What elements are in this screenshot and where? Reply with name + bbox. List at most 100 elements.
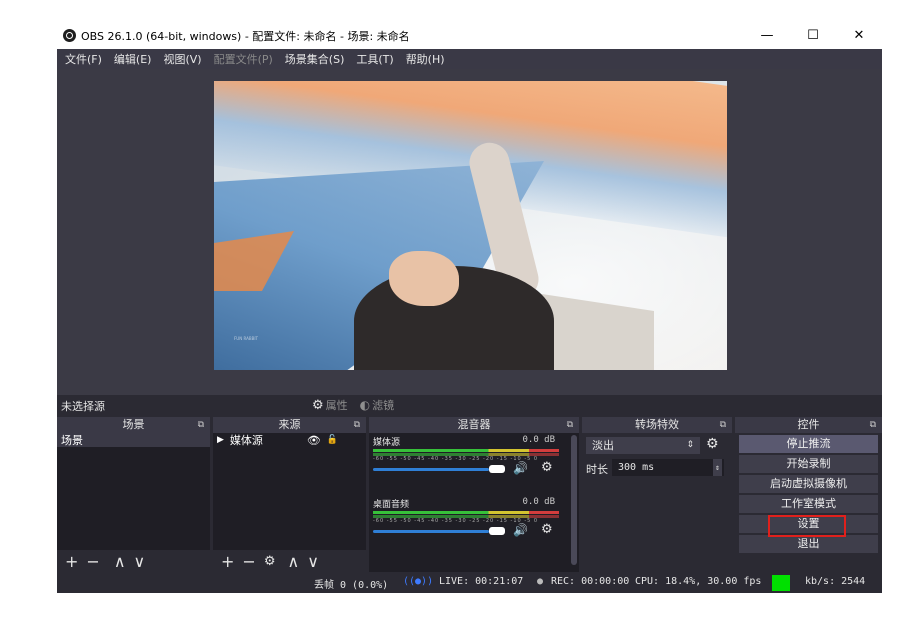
preview-area[interactable]: FUN RABBIT (57, 69, 882, 395)
menu-tools[interactable]: 工具(T) (356, 51, 393, 67)
dropped-frames: 丢帧 0 (0.0%) (314, 580, 389, 591)
preview-image[interactable]: FUN RABBIT (214, 81, 727, 370)
move-down-icon[interactable]: ∨ (307, 552, 319, 571)
filters-button[interactable]: 滤镜 (372, 397, 394, 413)
scenes-header: 场景 ⧉ (57, 417, 210, 433)
obs-logo-icon (63, 29, 76, 42)
level-meter (373, 453, 559, 456)
mixer-channel: 媒体源 0.0 dB -60 -55 -50 -45 -40 -35 -30 -… (373, 435, 559, 475)
duration-label: 时长 (586, 463, 608, 476)
channel-db: 0.0 dB (522, 435, 555, 445)
move-down-icon[interactable]: ∨ (134, 552, 146, 571)
stream-health-indicator (772, 575, 790, 591)
filter-icon: ◐ (359, 398, 371, 412)
gear-icon: ⚙ (312, 397, 324, 413)
mixer-dock: 混音器 ⧉ 媒体源 0.0 dB -60 -55 -50 -45 -40 -35… (369, 417, 579, 572)
move-up-icon[interactable]: ∧ (287, 552, 299, 571)
level-meter (373, 515, 559, 518)
undock-icon[interactable]: ⧉ (870, 417, 876, 433)
menu-profile[interactable]: 配置文件(P) (214, 51, 273, 67)
source-item-label: 媒体源 (229, 434, 263, 447)
level-meter (373, 449, 559, 452)
cpu-fps: CPU: 18.4%, 30.00 fps (635, 576, 762, 587)
transition-selected: 淡出 (592, 439, 614, 452)
undock-icon[interactable]: ⧉ (567, 417, 573, 433)
level-meter (373, 511, 559, 514)
menu-edit[interactable]: 编辑(E) (114, 51, 152, 67)
scenes-list[interactable]: 场景 + − ∧ ∨ (57, 433, 210, 572)
studio-mode-button[interactable]: 工作室模式 (739, 495, 878, 513)
start-virtual-camera-button[interactable]: 启动虚拟摄像机 (739, 475, 878, 493)
transitions-header: 转场特效 ⧉ (582, 417, 732, 433)
volume-slider[interactable]: 🔊 ⚙ (373, 522, 559, 537)
menu-help[interactable]: 帮助(H) (406, 51, 445, 67)
gear-icon[interactable]: ⚙ (541, 460, 553, 475)
obs-window: OBS 26.1.0 (64-bit, windows) - 配置文件: 未命名… (57, 22, 882, 593)
scene-item-label: 场景 (61, 434, 83, 447)
mixer-body: 媒体源 0.0 dB -60 -55 -50 -45 -40 -35 -30 -… (369, 433, 579, 572)
sources-dock: 来源 ⧉ ▶ 媒体源 👁 🔓 + − ⚙ ∧ ∨ (213, 417, 366, 572)
start-recording-button[interactable]: 开始录制 (739, 455, 878, 473)
maximize-button[interactable]: ☐ (790, 22, 836, 49)
volume-slider[interactable]: 🔊 ⚙ (373, 460, 559, 475)
add-icon[interactable]: + (221, 552, 234, 571)
menu-bar: 文件(F) 编辑(E) 视图(V) 配置文件(P) 场景集合(S) 工具(T) … (57, 49, 882, 69)
sources-list[interactable]: ▶ 媒体源 👁 🔓 + − ⚙ ∧ ∨ (213, 433, 366, 572)
meter-ticks: -60 -55 -50 -45 -40 -35 -30 -25 -20 -15 … (373, 456, 539, 462)
controls-title: 控件 (797, 418, 820, 431)
sources-toolbar: + − ⚙ ∧ ∨ (213, 550, 366, 572)
transitions-title: 转场特效 (635, 418, 679, 431)
undock-icon[interactable]: ⧉ (354, 417, 360, 433)
duration-input[interactable]: 300 ms ⇕ (612, 459, 724, 476)
mixer-scrollbar[interactable] (571, 435, 577, 565)
speaker-icon[interactable]: 🔊 (513, 461, 528, 475)
sources-header: 来源 ⧉ (213, 417, 366, 433)
dock-area: 场景 ⧉ 场景 + − ∧ ∨ 来源 ⧉ ▶ 媒体源 👁 🔓 + − ⚙ ∧ ∨… (57, 417, 882, 572)
source-item[interactable]: ▶ 媒体源 👁 🔓 (213, 433, 366, 447)
rec-indicator-icon: ● (537, 576, 544, 587)
duration-value: 300 ms (618, 462, 655, 473)
controls-header: 控件 ⧉ (735, 417, 882, 433)
gear-icon[interactable]: ⚙ (541, 522, 553, 537)
mixer-title: 混音器 (457, 418, 491, 431)
live-indicator-icon: ((●)) (403, 576, 434, 587)
live-time: LIVE: 00:21:07 (439, 576, 524, 587)
speaker-icon[interactable]: 🔊 (513, 523, 528, 537)
move-up-icon[interactable]: ∧ (114, 552, 126, 571)
gear-icon[interactable]: ⚙ (706, 436, 719, 452)
scene-item[interactable]: 场景 (57, 433, 210, 447)
remove-icon[interactable]: − (242, 552, 255, 571)
menu-view[interactable]: 视图(V) (163, 51, 201, 67)
menu-file[interactable]: 文件(F) (65, 51, 102, 67)
minimize-button[interactable]: — (744, 22, 790, 49)
spin-icon[interactable]: ⇕ (713, 459, 722, 476)
gear-icon[interactable]: ⚙ (264, 554, 276, 569)
preview-caption: FUN RABBIT (234, 336, 258, 341)
transition-select[interactable]: 淡出 ⇕ (586, 437, 700, 454)
remove-icon[interactable]: − (86, 552, 99, 571)
window-title: OBS 26.1.0 (64-bit, windows) - 配置文件: 未命名… (81, 29, 410, 43)
close-button[interactable]: ✕ (836, 22, 882, 49)
exit-button[interactable]: 退出 (739, 535, 878, 553)
controls-body: 停止推流 开始录制 启动虚拟摄像机 工作室模式 设置 退出 (735, 433, 882, 572)
chevron-updown-icon: ⇕ (686, 440, 694, 450)
source-props: ⚙ 属性 ◐ 滤镜 (312, 397, 394, 413)
status-bar: 丢帧 0 (0.0%) ((●)) LIVE: 00:21:07 ● REC: … (57, 572, 882, 593)
menu-scene-collection[interactable]: 场景集合(S) (285, 51, 345, 67)
play-icon: ▶ (217, 435, 224, 445)
undock-icon[interactable]: ⧉ (720, 417, 726, 433)
sources-title: 来源 (278, 418, 301, 431)
scenes-toolbar: + − ∧ ∨ (57, 550, 210, 572)
undock-icon[interactable]: ⧉ (198, 417, 204, 433)
lock-icon[interactable]: 🔓 (327, 435, 338, 445)
stop-streaming-button[interactable]: 停止推流 (739, 435, 878, 453)
no-source-selected-label: 未选择源 (61, 400, 105, 413)
eye-icon[interactable]: 👁 (307, 434, 321, 447)
meter-ticks: -60 -55 -50 -45 -40 -35 -30 -25 -20 -15 … (373, 518, 539, 524)
add-icon[interactable]: + (65, 552, 78, 571)
properties-button[interactable]: 属性 (326, 397, 348, 413)
transitions-body: 淡出 ⇕ ⚙ 时长 300 ms ⇕ (582, 433, 732, 572)
mixer-header: 混音器 ⧉ (369, 417, 579, 433)
scenes-title: 场景 (122, 418, 145, 431)
bitrate: kb/s: 2544 (805, 576, 866, 587)
